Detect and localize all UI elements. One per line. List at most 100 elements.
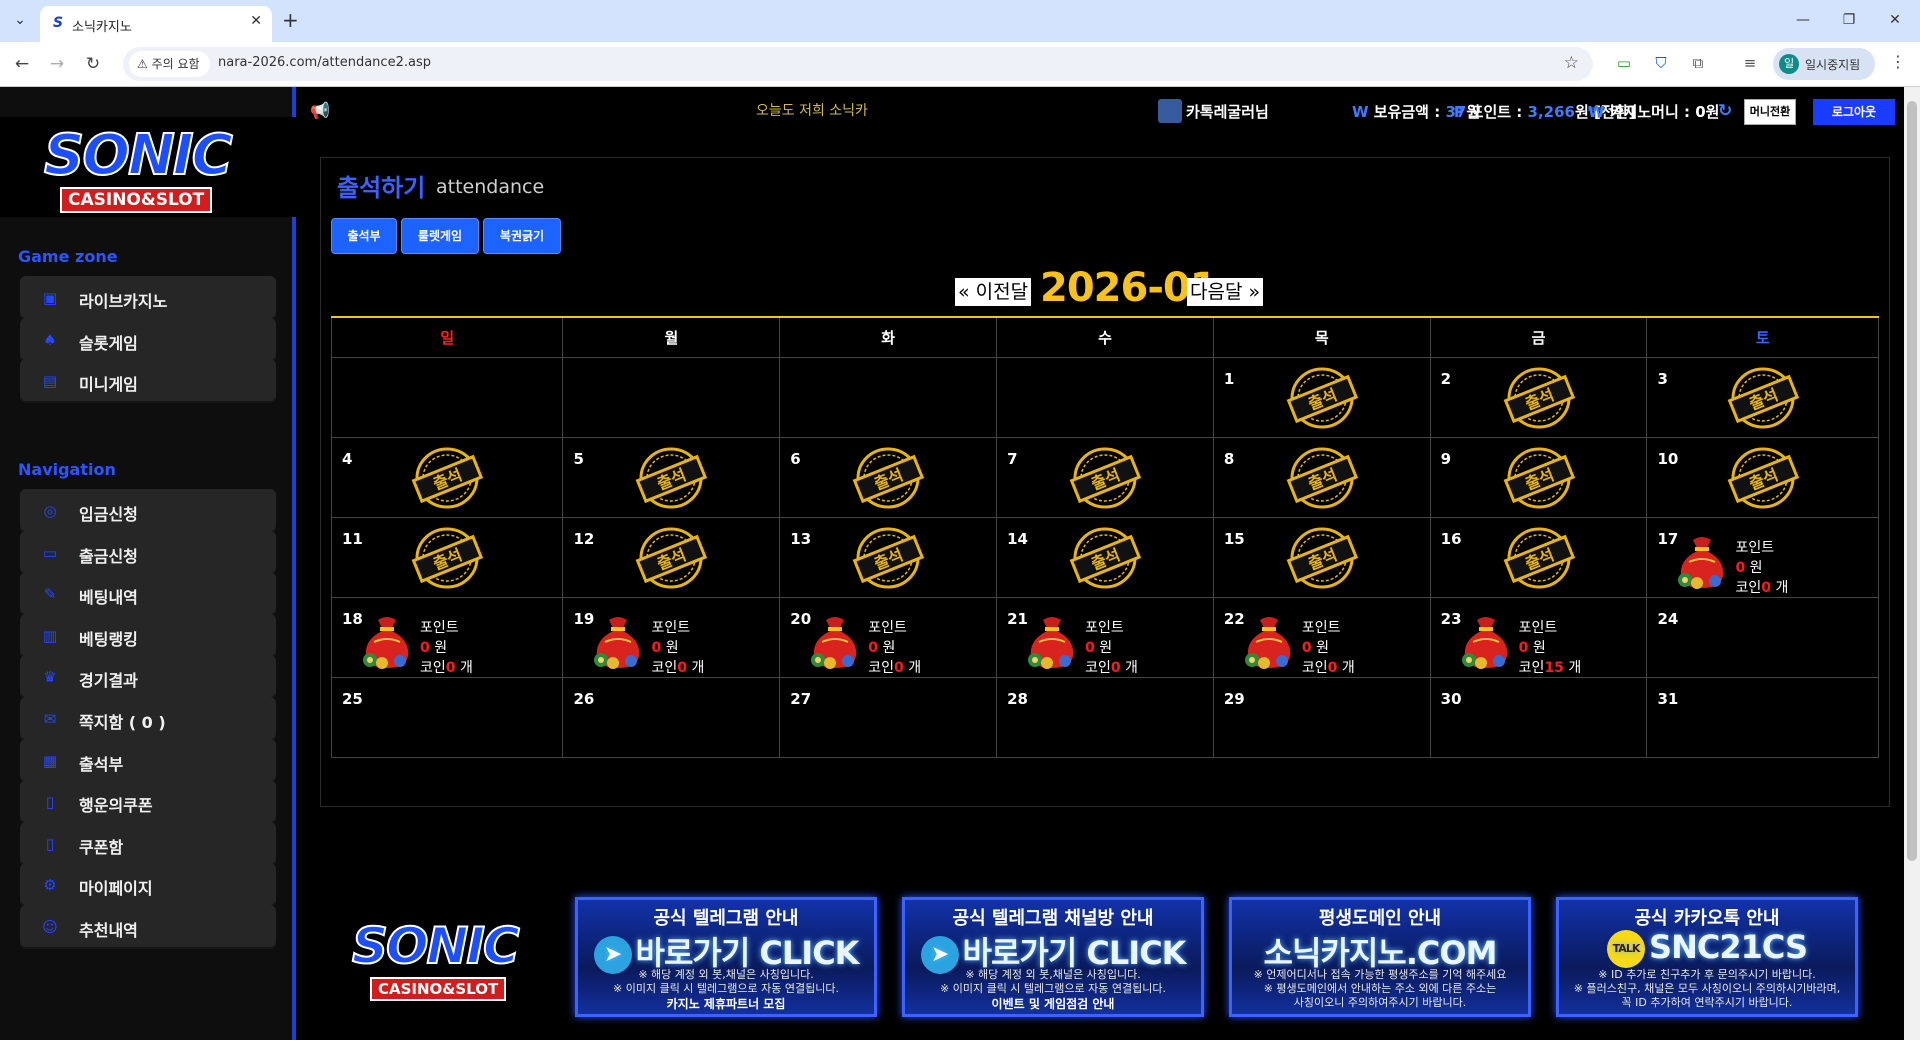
sidebar-item[interactable]: ⚙ 마이페이지 <box>20 863 276 908</box>
calendar-day-cell: 7 출석 <box>996 436 1214 518</box>
reward-coin-value: 0 <box>1110 659 1121 676</box>
weekday-header: 일 <box>330 316 564 358</box>
sidebar: SONIC CASINO&SLOT Game zone ▣ 라이브카지노 ♠ 슬롯게임… <box>0 87 296 1040</box>
reward-won-unit: 원 <box>434 639 448 656</box>
minimize-icon[interactable]: — <box>1780 6 1826 34</box>
menu-kebab-icon[interactable]: ⋮ <box>1890 52 1906 71</box>
back-icon[interactable]: ← <box>10 52 34 76</box>
promo-banner[interactable]: 평생도메인 안내 소닉카지노.COM ※ 언제어디서나 접속 가능한 평생주소를… <box>1229 897 1531 1017</box>
browser-toolbar: ← → ↻ ⚠ 주의 요함 nara-2026.com/attendance2.… <box>0 42 1920 87</box>
prev-month-button[interactable]: « 이전달 <box>955 278 1032 306</box>
sidebar-item-label: 입금신청 <box>79 505 138 524</box>
promo-banner[interactable]: 공식 카카오톡 안내 TALK SNC21CS ※ ID 추가로 친구추가 후 문… <box>1556 897 1858 1017</box>
extension-icon[interactable]: ▭ <box>1614 54 1634 72</box>
attendance-stamp-icon: 출석 <box>1286 367 1358 428</box>
sidebar-item-label: 쪽지함 ( 0 ) <box>79 713 166 732</box>
sidebar-item[interactable]: ▣ 라이브카지노 <box>20 276 276 320</box>
calendar-day-cell <box>330 356 564 438</box>
sidebar-item[interactable]: ▭ 출금신청 <box>20 530 276 575</box>
forward-icon[interactable]: → <box>45 52 69 76</box>
calendar-day-cell: 22 포인트 0 원 코인0 개 <box>1212 596 1431 678</box>
media-control-icon[interactable]: ≡ <box>1740 54 1760 72</box>
scrollbar-thumb[interactable] <box>1907 101 1917 861</box>
reward-point-label: 포인트 <box>1085 619 1124 636</box>
calendar-day-cell: 9 출석 <box>1429 436 1648 518</box>
sidebar-item[interactable]: ▯ 쿠폰함 <box>20 821 276 866</box>
restore-icon[interactable]: ❐ <box>1826 6 1872 34</box>
day-number: 13 <box>790 529 812 548</box>
roulette-tab-button[interactable]: 룰렛게임 <box>401 218 479 254</box>
reward-coin-value: 0 <box>445 659 456 676</box>
close-tab-icon[interactable]: ✕ <box>250 13 262 29</box>
sidebar-item[interactable]: ▥ 베팅랭킹 <box>20 613 276 658</box>
calendar-day-cell: 18 포인트 0 원 코인0 개 <box>330 596 564 678</box>
url-text[interactable]: nara-2026.com/attendance2.asp <box>218 55 431 70</box>
extensions-puzzle-icon[interactable]: ⧉ <box>1688 54 1708 72</box>
mini-game-icon: ▤ <box>42 372 58 391</box>
reward-won-unit: 원 <box>1749 559 1763 576</box>
day-number: 14 <box>1007 529 1028 548</box>
reward-point-value: 0 <box>868 639 879 656</box>
calendar-day-cell: 14 출석 <box>996 516 1214 598</box>
sidebar-item[interactable]: ♠ 슬롯게임 <box>20 317 276 362</box>
reward-bag-icon <box>594 616 640 669</box>
day-number: 30 <box>1440 689 1462 708</box>
money-transfer-button[interactable]: 머니전환 <box>1744 99 1796 125</box>
reward-coin-label: 코인 <box>1301 659 1328 676</box>
sidebar-item[interactable]: ▤ 미니게임 <box>20 359 276 404</box>
sidebar-item[interactable]: ☺ 추천내역 <box>20 905 276 949</box>
page-scrollbar[interactable] <box>1904 87 1920 1040</box>
reward-coin-label: 코인 <box>1518 659 1545 676</box>
sidebar-item[interactable]: ✉ 쪽지함 ( 0 ) <box>20 697 276 741</box>
close-window-icon[interactable]: ✕ <box>1872 6 1918 34</box>
reward-point-value: 0 <box>1301 639 1312 656</box>
casino-money-icon: ₩ <box>1588 103 1605 121</box>
calendar-day-cell: 16 출석 <box>1429 516 1648 598</box>
tab-search-icon[interactable]: ⌄ <box>8 8 32 32</box>
referral-icon: ☺ <box>42 918 58 936</box>
security-warning-chip[interactable]: ⚠ 주의 요함 <box>129 51 210 77</box>
refresh-icon[interactable]: ↻ <box>1718 101 1732 121</box>
promo-banner[interactable]: 공식 텔레그램 안내 ➤ 바로가기 CLICK ※ 해당 계정 외 봇,채널은 사… <box>575 897 877 1017</box>
attendance-stamp-icon: 출석 <box>1069 447 1142 508</box>
site-logo[interactable]: SONIC CASINO&SLOT <box>0 117 296 217</box>
next-month-button[interactable]: 다음달 » <box>1187 278 1264 306</box>
calendar-day-cell: 21 포인트 0 원 코인0 개 <box>996 596 1214 678</box>
sidebar-item[interactable]: ✎ 베팅내역 <box>20 572 276 617</box>
address-bar[interactable]: ⚠ 주의 요함 nara-2026.com/attendance2.asp ☆ <box>123 47 1593 81</box>
sidebar-item[interactable]: ◎ 입금신청 <box>20 489 276 533</box>
profile-button[interactable]: 일 일시중지됨 <box>1773 48 1875 80</box>
reward-point-value: 0 <box>1735 559 1746 576</box>
reload-icon[interactable]: ↻ <box>81 52 105 76</box>
sidebar-item[interactable]: ▦ 출석부 <box>20 738 276 783</box>
deposit-icon: ◎ <box>43 502 57 520</box>
day-number: 2 <box>1440 369 1452 388</box>
sidebar-item[interactable]: ♛ 경기결과 <box>20 655 276 700</box>
sidebar-item[interactable]: ▯ 행운의쿠폰 <box>20 780 276 825</box>
browser-chrome: ⌄ S 소닉카지노 ✕ + — ❐ ✕ ← → ↻ ⚠ 주의 요함 nara-2… <box>0 0 1920 87</box>
attendance-stamp-icon: 출석 <box>1503 447 1575 508</box>
reward-coin-label: 코인 <box>651 659 678 676</box>
reward-point-label: 포인트 <box>651 619 691 636</box>
reward-point-label: 포인트 <box>1735 539 1775 556</box>
month-navigation: « 이전달 2026-01 다음달 » <box>321 260 1891 311</box>
calendar-week-row: 1 출석 2 출석 3 출석 <box>330 356 1879 438</box>
shield-icon[interactable]: ⛉ <box>1651 54 1671 72</box>
attendance-tab-button[interactable]: 출석부 <box>331 218 397 254</box>
calendar-day-cell: 19 포인트 0 원 코인0 개 <box>562 596 781 678</box>
casino-money-label: 카지노머니 : 0원 <box>1609 103 1720 121</box>
promo-banner[interactable]: 공식 텔레그램 채널방 안내 ➤ 바로가기 CLICK ※ 해당 계정 외 봇,채… <box>902 897 1204 1017</box>
lottery-tab-button[interactable]: 복권긁기 <box>483 218 561 254</box>
reward-point-label: 포인트 <box>1301 619 1341 636</box>
bookmark-star-icon[interactable]: ☆ <box>1564 53 1579 73</box>
reward-won-unit: 원 <box>882 639 896 656</box>
attendance-stamp-icon: 출석 <box>411 447 484 508</box>
reward-coin-unit: 개 <box>1775 579 1789 596</box>
slot-icon: ♠ <box>43 330 57 349</box>
attendance-panel: 출석하기 attendance 출석부 룰렛게임 복권긁기 « 이전달 2026… <box>320 157 1890 807</box>
day-number: 7 <box>1007 449 1018 468</box>
calendar-day-cell: 15 출석 <box>1212 516 1431 598</box>
logout-button[interactable]: 로그아웃 <box>1813 99 1895 125</box>
browser-tab[interactable]: S 소닉카지노 ✕ <box>40 6 272 42</box>
new-tab-icon[interactable]: + <box>282 8 299 32</box>
